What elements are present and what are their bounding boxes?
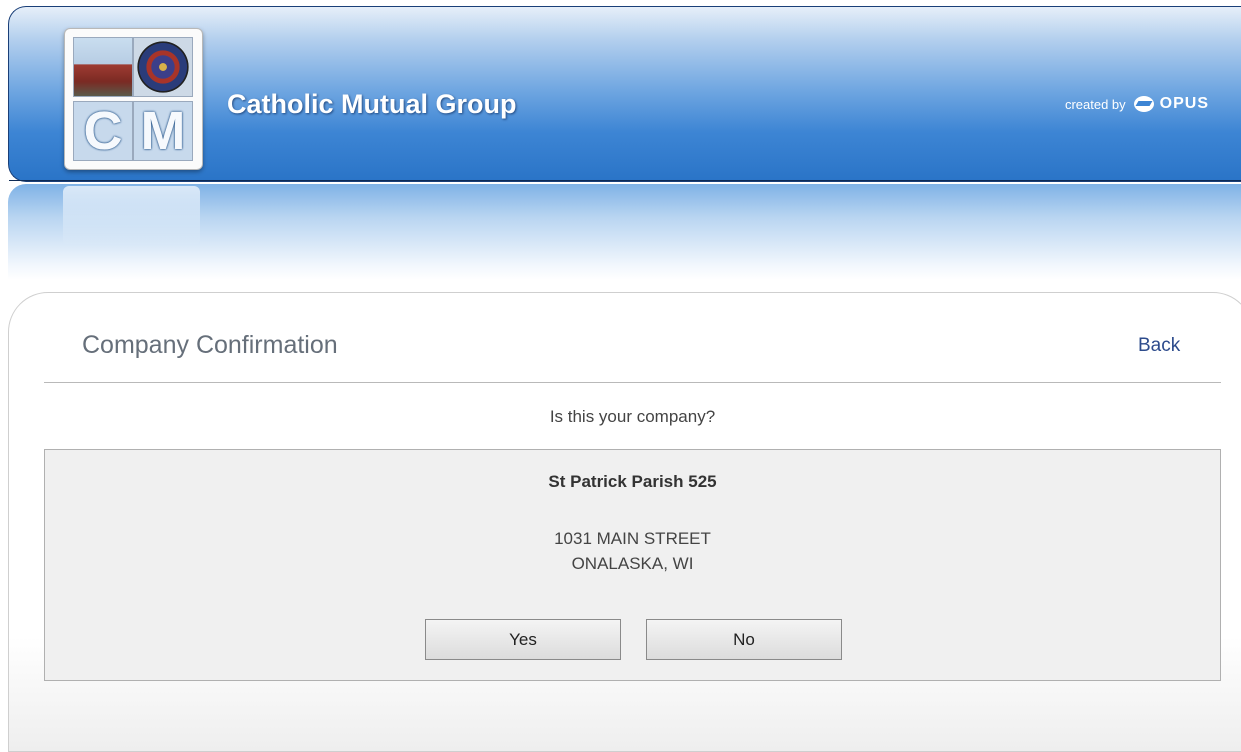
company-address-line1: 1031 MAIN STREET xyxy=(554,529,711,548)
opus-logo-icon xyxy=(1133,96,1154,112)
company-name: St Patrick Parish 525 xyxy=(548,472,717,491)
header-reflection xyxy=(8,184,1241,280)
logo-letter-m: M xyxy=(133,101,193,161)
back-link[interactable]: Back xyxy=(1138,335,1180,357)
logo-letter-c: C xyxy=(73,101,133,161)
company-address-line2: ONALASKA, WI xyxy=(571,554,694,573)
page-title: Company Confirmation xyxy=(82,331,338,359)
heading-divider xyxy=(44,382,1221,383)
site-header: C M Catholic Mutual Group created by OPU… xyxy=(8,6,1241,182)
confirmation-question: Is this your company? xyxy=(549,407,716,426)
credit-prefix: created by xyxy=(1064,96,1126,112)
yes-button[interactable]: Yes xyxy=(425,619,621,660)
logo-stained-glass-image xyxy=(133,37,193,97)
site-title: Catholic Mutual Group xyxy=(227,89,517,119)
company-details-box: St Patrick Parish 525 1031 MAIN STREET O… xyxy=(44,449,1221,681)
logo-reflection xyxy=(63,186,200,246)
credit-brand: OPUS xyxy=(1159,95,1209,112)
logo-church-image xyxy=(73,37,133,97)
created-by-credit[interactable]: created by OPUS xyxy=(1065,95,1209,113)
no-button[interactable]: No xyxy=(646,619,842,660)
catholic-mutual-logo[interactable]: C M xyxy=(64,28,203,170)
